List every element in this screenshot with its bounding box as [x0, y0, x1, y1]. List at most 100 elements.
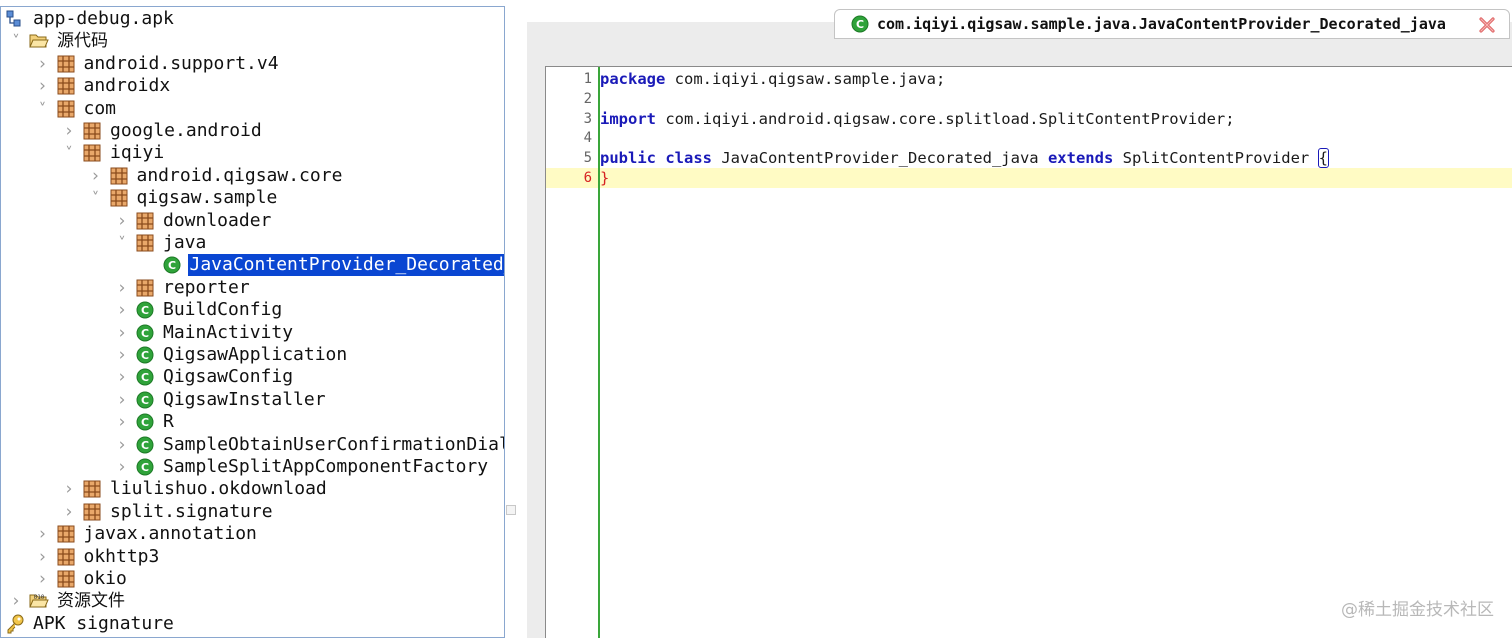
chevron-right-icon[interactable]: › — [36, 53, 50, 75]
tree-item[interactable]: › C SampleObtainUserConfirmationDialo — [115, 434, 504, 456]
chevron-right-icon[interactable]: › — [115, 389, 129, 411]
tree-item[interactable]: › C BuildConfig — [115, 299, 284, 321]
chevron-down-icon[interactable]: ˅ — [36, 98, 50, 120]
code-token: com.iqiyi.qigsaw.sample.java; — [665, 70, 946, 88]
tree-item[interactable]: › reporter — [115, 277, 252, 299]
tree-item[interactable]: › C SampleSplitAppComponentFactory — [115, 456, 490, 478]
tree-item[interactable]: › liulishuo.okdownload — [62, 478, 329, 500]
class-icon: C — [135, 367, 155, 387]
tree-item-label: QigsawInstaller — [163, 388, 326, 410]
svg-text:C: C — [141, 461, 149, 474]
package-icon — [82, 479, 102, 499]
chevron-right-icon[interactable]: › — [9, 590, 23, 612]
tree-item[interactable]: › okio — [36, 568, 129, 590]
key-icon — [5, 614, 25, 634]
package-icon — [109, 188, 129, 208]
line-number: 4 — [583, 130, 592, 147]
tree-item[interactable]: › google.android — [62, 120, 264, 142]
chevron-right-icon[interactable]: › — [89, 165, 103, 187]
watermark: @稀土掘金技术社区 — [1341, 600, 1494, 620]
package-icon — [135, 278, 155, 298]
chevron-right-icon[interactable]: › — [62, 478, 76, 500]
tree-item[interactable]: › split.signature — [62, 501, 275, 523]
tree-item[interactable]: › 010 资源文件 — [9, 590, 127, 612]
tree-item[interactable]: › android.support.v4 — [36, 53, 281, 75]
code-keyword: class — [665, 149, 713, 168]
panel-splitter-handle[interactable] — [506, 505, 516, 515]
tree-item-label: APK signature — [33, 612, 174, 634]
class-icon: C — [851, 15, 869, 33]
package-icon — [56, 524, 76, 544]
tab-java-content-provider[interactable]: C com.iqiyi.qigsaw.sample.java.JavaConte… — [834, 9, 1510, 39]
chevron-down-icon[interactable]: ˅ — [115, 232, 129, 254]
code-line: 6} — [546, 168, 1512, 188]
tree-item-label: 源代码 — [57, 31, 108, 52]
chevron-right-icon[interactable]: › — [115, 366, 129, 388]
tree-item[interactable]: › C QigsawConfig — [115, 366, 295, 388]
class-icon: C — [135, 435, 155, 455]
tree-item[interactable]: ˅ java — [115, 232, 208, 254]
chevron-down-icon[interactable]: ˅ — [9, 30, 23, 52]
tree-item[interactable]: ˅ qigsaw.sample — [89, 187, 280, 209]
chevron-right-icon[interactable]: › — [115, 210, 129, 232]
package-icon — [135, 211, 155, 231]
chevron-right-icon[interactable]: › — [115, 434, 129, 456]
chevron-right-icon[interactable]: › — [36, 568, 50, 590]
code-token: JavaContentProvider_Decorated_java — [712, 149, 1048, 168]
line-number: 5 — [583, 150, 592, 167]
code-text: package com.iqiyi.qigsaw.sample.java; — [600, 69, 945, 89]
class-icon: C — [162, 255, 182, 275]
chevron-right-icon[interactable]: › — [115, 277, 129, 299]
chevron-right-icon[interactable]: › — [115, 456, 129, 478]
tree-item[interactable]: › android.qigsaw.core — [89, 165, 345, 187]
chevron-right-icon[interactable]: › — [36, 75, 50, 97]
tree-item-label: okio — [83, 568, 127, 589]
chevron-right-icon[interactable]: › — [36, 523, 50, 545]
tree-item[interactable]: › downloader — [115, 210, 273, 232]
tree-item-label: okhttp3 — [83, 545, 160, 567]
tab-title: com.iqiyi.qigsaw.sample.java.JavaContent… — [877, 15, 1446, 33]
chevron-right-icon[interactable]: › — [36, 546, 50, 568]
resources-folder-icon: 010 — [29, 591, 49, 611]
tree-item[interactable]: APK signature — [5, 613, 176, 635]
chevron-right-icon[interactable]: › — [115, 322, 129, 344]
tree-item-label: reporter — [163, 276, 250, 298]
code-text: import com.iqiyi.android.qigsaw.core.spl… — [600, 109, 1235, 129]
tree-item[interactable]: C JavaContentProvider_Decorated_ — [142, 254, 504, 277]
code-token: { — [1317, 148, 1329, 169]
close-tab-icon[interactable] — [1477, 15, 1497, 35]
tree-item[interactable]: › okhttp3 — [36, 546, 162, 568]
code-text: public class JavaContentProvider_Decorat… — [600, 148, 1329, 169]
tree-item[interactable]: app-debug.apk — [5, 8, 176, 30]
code-line: 1 package com.iqiyi.qigsaw.sample.java; — [546, 69, 1512, 89]
tree-item[interactable]: › javax.annotation — [36, 523, 259, 545]
tree-item-label: google.android — [110, 120, 262, 141]
tree-item[interactable]: ˅ com — [36, 98, 119, 120]
chevron-right-icon[interactable]: › — [115, 411, 129, 433]
tree-item[interactable]: › C QigsawInstaller — [115, 389, 328, 411]
tree-item-label: javax.annotation — [83, 523, 257, 545]
code-line: 5 public class JavaContentProvider_Decora… — [546, 148, 1512, 169]
code-text: } — [600, 168, 609, 188]
tree-item-label: JavaContentProvider_Decorated_ — [187, 254, 504, 277]
chevron-right-icon[interactable]: › — [115, 344, 129, 366]
tree-item[interactable]: › C QigsawApplication — [115, 344, 349, 366]
chevron-down-icon[interactable]: ˅ — [62, 142, 76, 164]
chevron-right-icon[interactable]: › — [62, 501, 76, 523]
tree-item-label: BuildConfig — [163, 299, 283, 321]
class-icon: C — [135, 300, 155, 320]
tree-item[interactable]: › androidx — [36, 75, 173, 97]
chevron-right-icon[interactable]: › — [62, 120, 76, 142]
tree-item[interactable]: › C R — [115, 411, 176, 433]
tree-item-label: MainActivity — [163, 321, 294, 343]
tree-item[interactable]: › C MainActivity — [115, 322, 295, 344]
package-icon — [56, 99, 76, 119]
tree-item-label: qigsaw.sample — [136, 187, 278, 209]
tree-item[interactable]: ˅ 源代码 — [9, 30, 110, 52]
chevron-right-icon[interactable]: › — [115, 299, 129, 321]
chevron-down-icon[interactable]: ˅ — [89, 187, 103, 209]
code-line: 2 — [546, 89, 1512, 109]
tree-item-label: QigsawConfig — [163, 366, 294, 388]
tree-item[interactable]: ˅ iqiyi — [62, 142, 166, 164]
